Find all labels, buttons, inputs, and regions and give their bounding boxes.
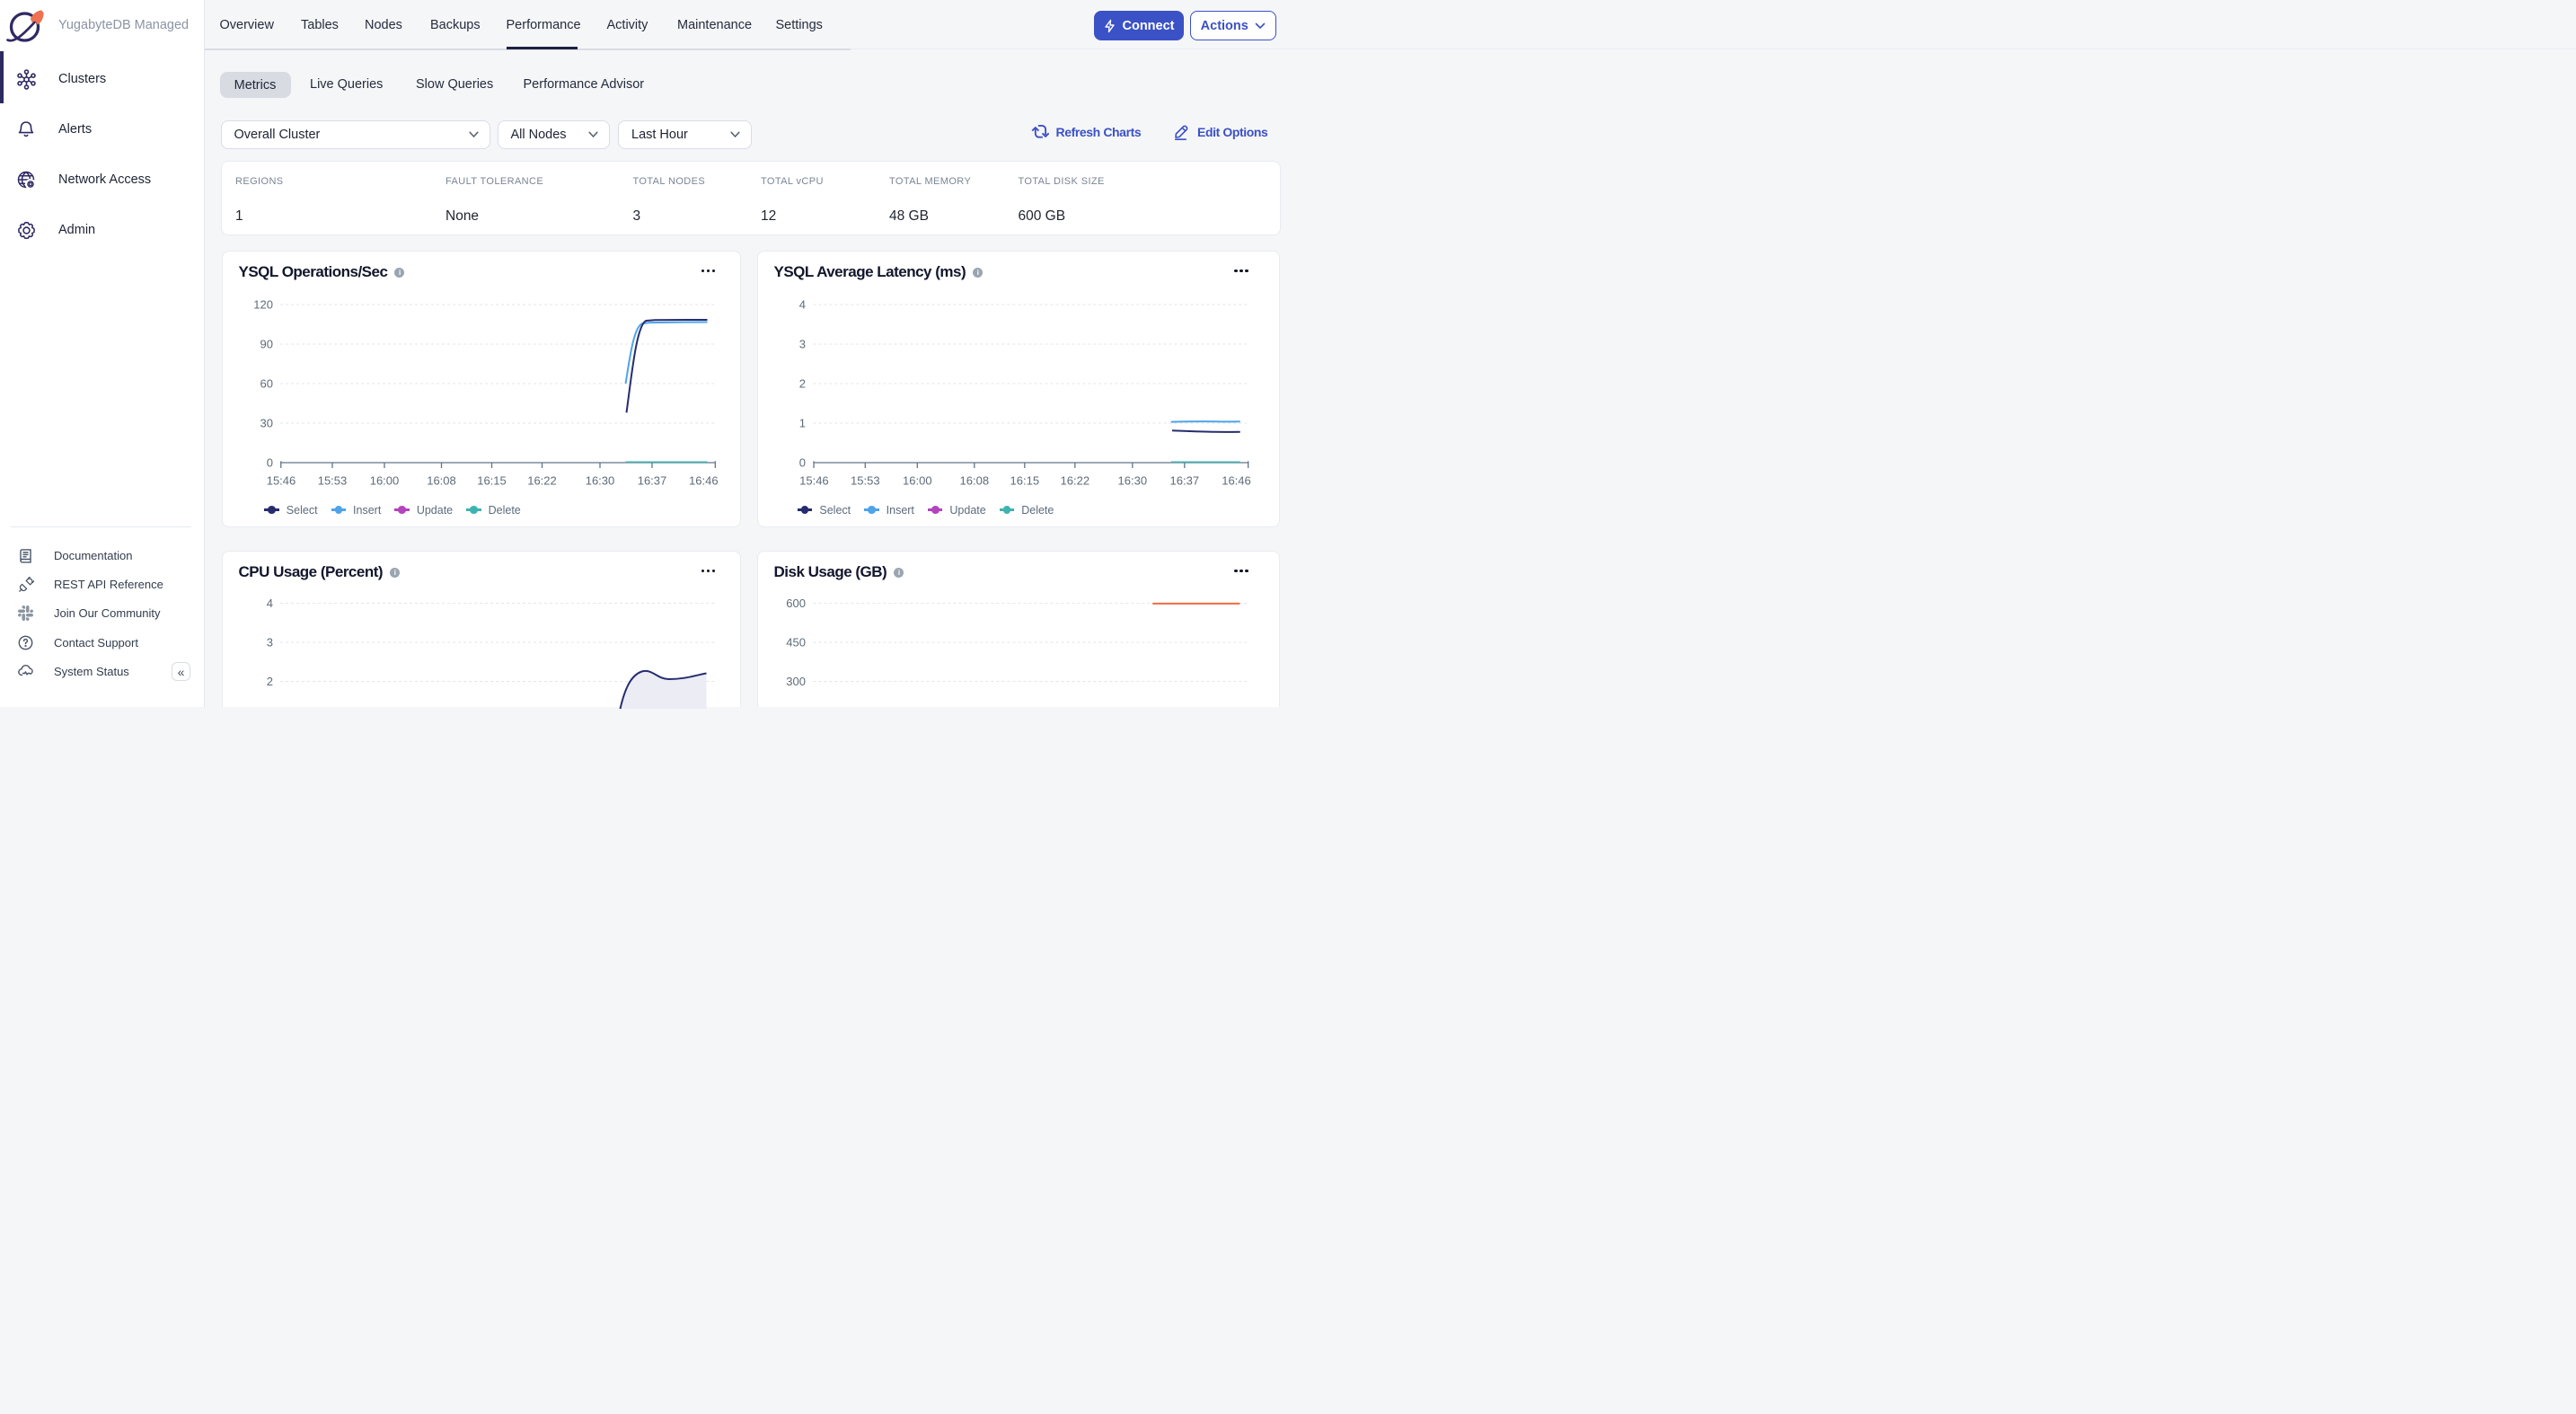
svg-text:300: 300 <box>786 675 806 688</box>
svg-text:120: 120 <box>253 298 273 312</box>
svg-text:30: 30 <box>260 417 272 430</box>
svg-text:2: 2 <box>798 377 805 391</box>
svg-text:16:22: 16:22 <box>1060 474 1090 488</box>
svg-text:16:46: 16:46 <box>1222 474 1251 488</box>
svg-text:600: 600 <box>786 597 806 610</box>
svg-text:16:08: 16:08 <box>427 474 456 488</box>
svg-text:16:30: 16:30 <box>1117 474 1147 488</box>
svg-text:3: 3 <box>798 338 805 351</box>
svg-text:15:46: 15:46 <box>266 474 296 488</box>
svg-text:16:08: 16:08 <box>959 474 989 488</box>
svg-text:16:15: 16:15 <box>477 474 507 488</box>
svg-text:16:22: 16:22 <box>527 474 557 488</box>
svg-text:90: 90 <box>260 338 272 351</box>
svg-text:16:37: 16:37 <box>1169 474 1199 488</box>
svg-text:2: 2 <box>266 675 272 688</box>
svg-text:3: 3 <box>266 636 272 650</box>
svg-text:16:00: 16:00 <box>903 474 932 488</box>
svg-text:15:46: 15:46 <box>799 474 829 488</box>
svg-text:4: 4 <box>266 597 272 610</box>
svg-text:0: 0 <box>266 456 272 470</box>
svg-text:450: 450 <box>786 636 806 650</box>
svg-text:15:53: 15:53 <box>851 474 880 488</box>
svg-text:4: 4 <box>798 298 805 312</box>
svg-text:16:37: 16:37 <box>637 474 666 488</box>
svg-text:0: 0 <box>798 456 805 470</box>
svg-text:16:30: 16:30 <box>585 474 614 488</box>
svg-text:16:15: 16:15 <box>1010 474 1039 488</box>
svg-text:60: 60 <box>260 377 272 391</box>
svg-text:1: 1 <box>798 417 805 430</box>
svg-text:15:53: 15:53 <box>317 474 347 488</box>
svg-text:16:46: 16:46 <box>689 474 719 488</box>
svg-text:16:00: 16:00 <box>369 474 399 488</box>
